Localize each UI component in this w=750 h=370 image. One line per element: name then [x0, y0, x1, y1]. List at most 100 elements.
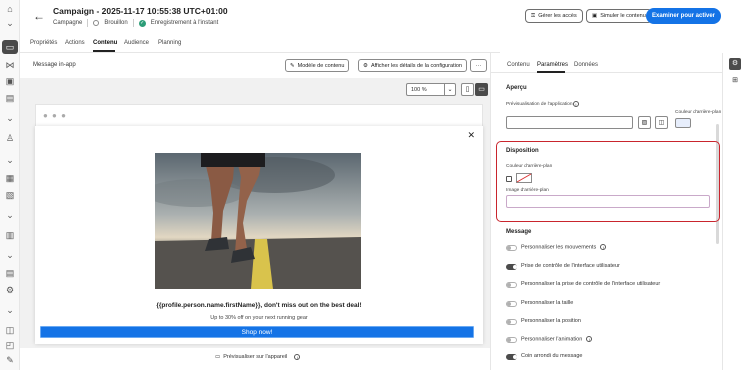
toggle-label: Personnaliser la position	[521, 318, 581, 324]
toggle-rounded-corner[interactable]	[506, 354, 517, 360]
image-upload-button[interactable]: ▨	[638, 116, 651, 129]
content-template-label: Modèle de contenu	[297, 62, 345, 69]
tab-panel-data[interactable]: Données	[574, 62, 598, 68]
bg-color-label: Couleur d'arrière-plan	[506, 164, 553, 169]
segments-icon[interactable]: ▦	[5, 173, 15, 183]
divider	[87, 19, 89, 27]
toggle-label: Prise de contrôle de l'interface utilisa…	[521, 263, 620, 269]
app-preview-label: Prévisualisation de l'application	[506, 102, 573, 107]
reports-icon[interactable]: ▤	[5, 268, 15, 278]
tab-audience[interactable]: Audience	[124, 40, 149, 46]
toggle-text: Personnaliser les mouvements	[521, 244, 597, 251]
template-icon: ✎	[290, 62, 295, 69]
brush-icon[interactable]: ✎	[5, 355, 15, 365]
device-preview-link[interactable]: ▭ Prévisualiser sur l'appareil i	[215, 354, 301, 360]
review-to-activate-button[interactable]: Examiner pour activer	[646, 8, 721, 24]
toggle-custom-position[interactable]	[506, 319, 517, 325]
info-icon[interactable]: i	[586, 336, 593, 342]
bg-color-checkbox[interactable]	[506, 176, 512, 182]
disposition-section-title: Disposition	[506, 148, 539, 154]
message-headline[interactable]: {{profile.person.name.firstName}}, don't…	[35, 302, 483, 309]
message-subtext[interactable]: Up to 30% off on your next running gear	[35, 315, 483, 321]
tab-content[interactable]: Contenu	[93, 40, 117, 46]
tab-properties[interactable]: Propriétés	[30, 40, 57, 46]
campaigns-icon[interactable]: ▣	[5, 76, 15, 86]
shop-now-button[interactable]: Shop now!	[40, 326, 474, 338]
top-bar: ← Campaign - 2025-11-17 10:55:38 UTC+01:…	[20, 0, 730, 36]
zoom-select[interactable]: 100 % ⌄	[406, 83, 456, 96]
bg-image-input[interactable]	[506, 195, 710, 208]
toggle-label: Coin arrondi du message	[521, 353, 583, 359]
gallery-icon: ◫	[658, 120, 665, 126]
chevron-down-icon[interactable]: ⌄	[5, 250, 15, 260]
active-tab-underline	[93, 50, 115, 52]
status-dot-icon	[93, 20, 100, 26]
toggle-text: Personnaliser l'animation	[521, 336, 583, 343]
settings-gear-icon[interactable]: ⚙	[729, 58, 741, 70]
chevron-down-icon[interactable]: ⌄	[5, 155, 15, 165]
check-circle-icon: ✓	[138, 19, 146, 27]
simulate-content-button[interactable]: ▣ Simuler le contenu	[586, 9, 652, 23]
profiles-icon[interactable]: ♙	[5, 133, 15, 143]
show-config-details-button[interactable]: ⚙ Afficher les détails de la configurati…	[358, 59, 467, 72]
settings-icon[interactable]: ⚙	[5, 285, 15, 295]
desktop-device-button[interactable]: ▭	[475, 83, 488, 96]
content-icon[interactable]: ▤	[5, 93, 15, 103]
app-preview-input[interactable]	[506, 116, 633, 129]
chevron-down-icon[interactable]: ⌄	[5, 18, 15, 28]
journeys-icon[interactable]: ⋈	[5, 60, 15, 70]
toggle-custom-movements[interactable]	[506, 245, 517, 251]
toggle-custom-size[interactable]	[506, 301, 517, 307]
toggle-ui-takeover[interactable]	[506, 264, 517, 270]
toggle-custom-animation[interactable]	[506, 337, 517, 343]
layout-rules-icon[interactable]: ⊞	[729, 75, 741, 87]
info-icon[interactable]: i	[600, 244, 607, 250]
tab-panel-settings[interactable]: Paramètres	[537, 62, 568, 68]
no-color-swatch[interactable]	[516, 173, 532, 183]
close-icon[interactable]: ✕	[467, 130, 475, 141]
apercu-section-title: Aperçu	[506, 85, 527, 91]
back-arrow-icon[interactable]: ←	[33, 9, 45, 23]
active-panel-tab-underline	[537, 71, 565, 73]
toggle-label: Personnaliser la taille	[521, 300, 574, 306]
channels-icon[interactable]: ◫	[5, 325, 15, 335]
toggle-label: Personnaliser les mouvements i	[521, 244, 607, 251]
monitor-icon: ▭	[478, 86, 485, 93]
more-options-button[interactable]: ···	[470, 59, 487, 72]
toggle-label: Personnaliser l'animation i	[521, 336, 593, 343]
datasets-icon[interactable]: ▥	[5, 230, 15, 240]
schemas-icon[interactable]: ▧	[5, 190, 15, 200]
chevron-down-icon[interactable]: ⌄	[5, 210, 15, 220]
tab-planning[interactable]: Planning	[158, 40, 181, 46]
info-icon[interactable]: i	[573, 101, 579, 107]
mobile-icon: ▯	[465, 86, 470, 93]
tab-actions[interactable]: Actions	[65, 40, 85, 46]
image-swap-button[interactable]: ◫	[655, 116, 668, 129]
save-status: Enregistrement à l'instant	[150, 20, 219, 26]
chevron-down-icon[interactable]: ⌄	[5, 113, 15, 123]
tab-panel-content[interactable]: Contenu	[507, 62, 530, 68]
panel-tabs: Contenu Paramètres Données	[491, 53, 731, 73]
home-icon[interactable]: ⌂	[5, 4, 15, 14]
runner-image	[155, 153, 361, 289]
assets-icon[interactable]: ◰	[5, 340, 15, 350]
manage-access-button[interactable]: ⚿ Gérer les accès	[525, 9, 583, 23]
device-icon: ▭	[215, 354, 221, 360]
toggle-custom-ui-takeover[interactable]	[506, 282, 517, 288]
page-title: Campaign - 2025-11-17 10:55:38 UTC+01:00	[53, 6, 228, 16]
divider	[132, 19, 134, 27]
hero-image[interactable]	[155, 153, 361, 289]
bg-color-swatch[interactable]	[675, 118, 691, 128]
simulate-label: Simuler le contenu	[600, 13, 646, 19]
breadcrumb[interactable]: Campagne	[53, 20, 82, 26]
info-icon[interactable]: i	[294, 354, 301, 360]
bg-color-top-label: Couleur d'arrière-plan	[675, 110, 722, 115]
mobile-device-button[interactable]: ▯	[461, 83, 474, 96]
bg-image-label: Image d'arrière-plan	[506, 188, 549, 193]
preview-header: Message in-app ✎ Modèle de contenu ⚙ Aff…	[20, 53, 490, 78]
content-template-button[interactable]: ✎ Modèle de contenu	[285, 59, 350, 72]
messages-icon[interactable]: ▭	[2, 40, 18, 54]
settings-sliders-icon: ⚙	[363, 62, 368, 69]
simulate-icon: ▣	[592, 13, 598, 19]
chevron-down-icon[interactable]: ⌄	[5, 305, 15, 315]
